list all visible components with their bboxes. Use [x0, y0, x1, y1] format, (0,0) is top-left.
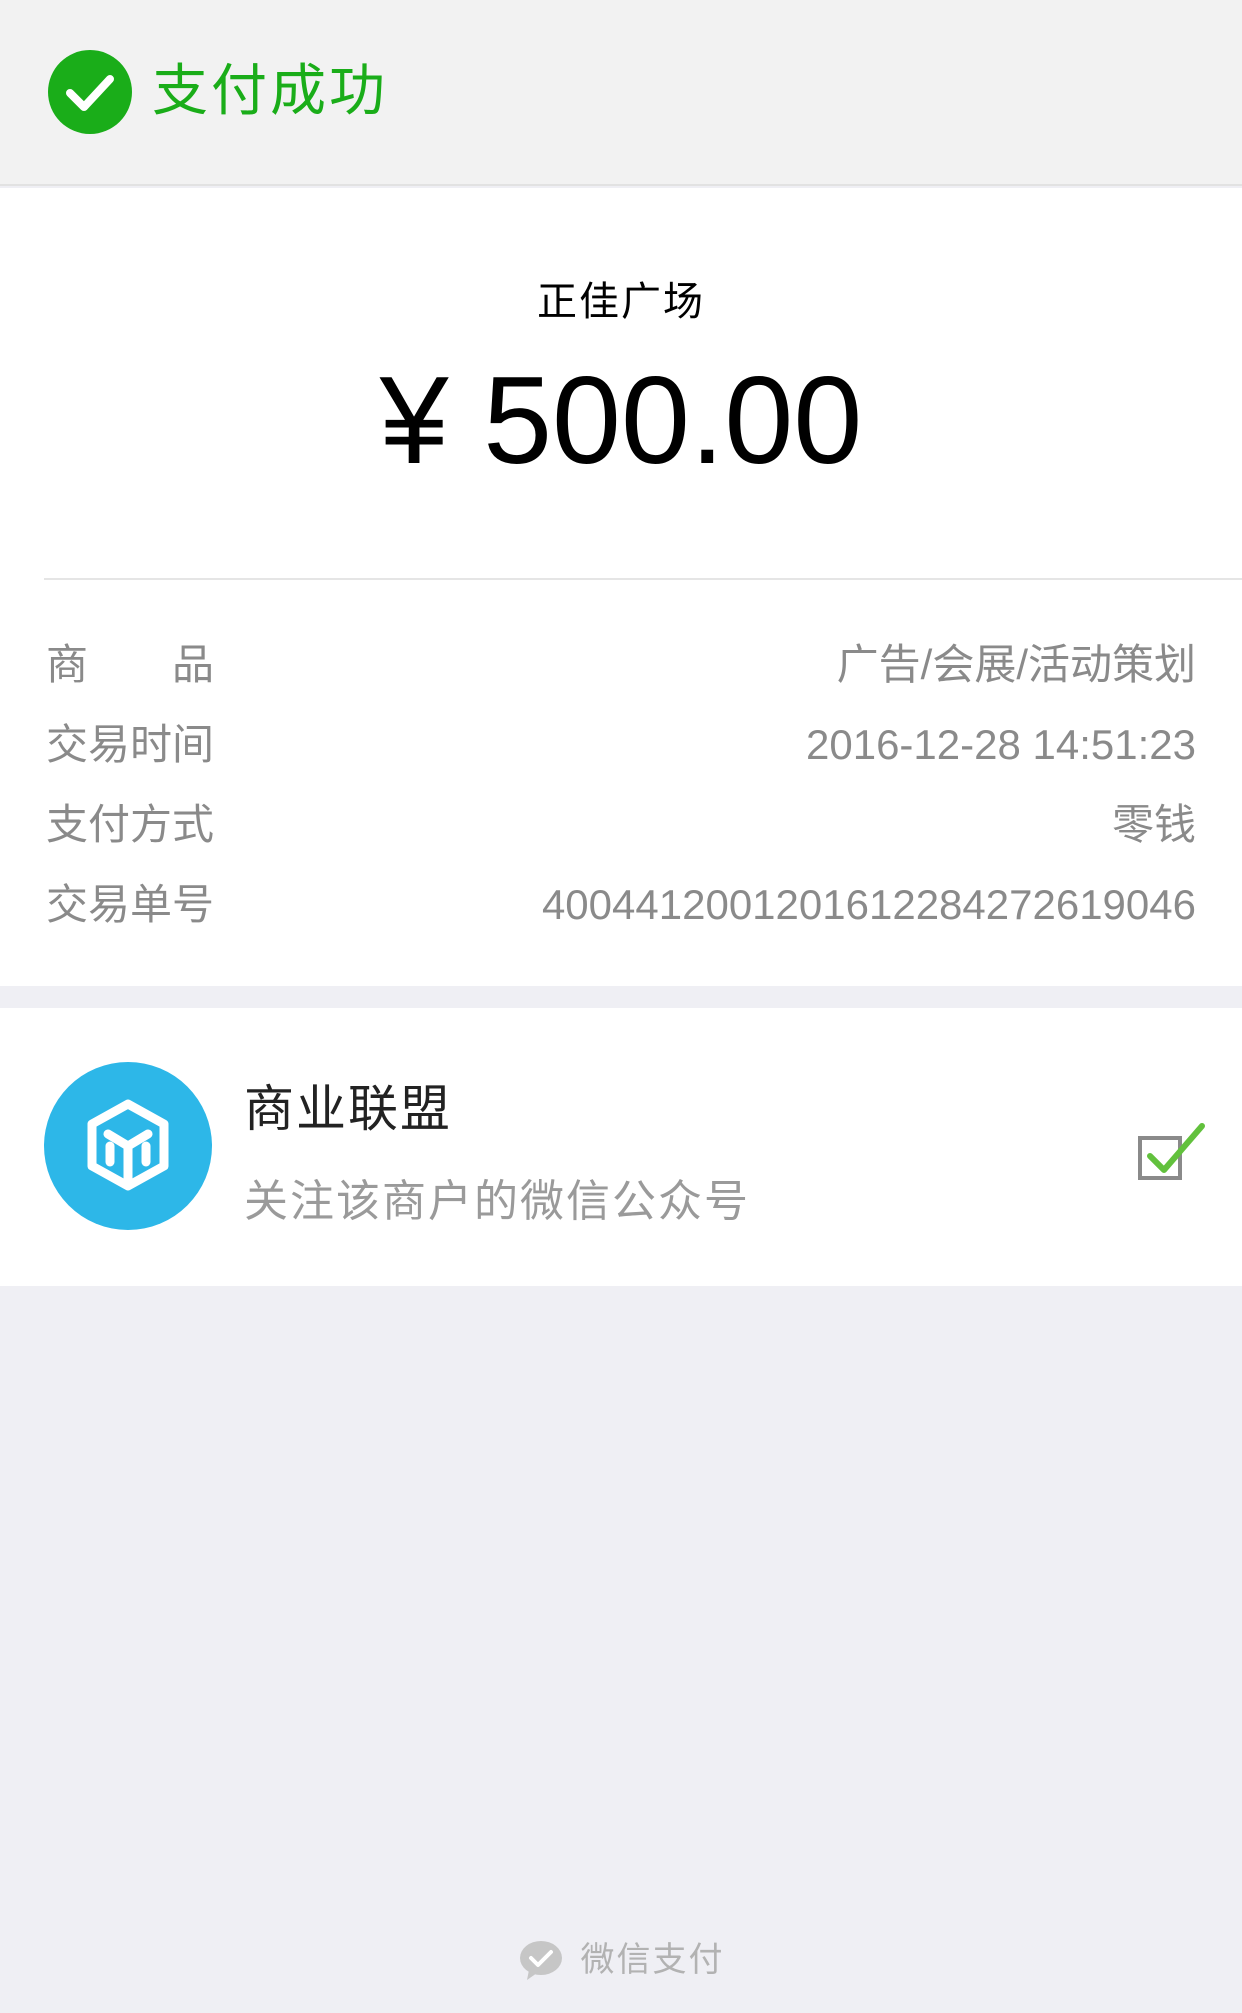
detail-row-time: 交易时间 2016-12-28 14:51:23	[46, 714, 1196, 776]
detail-value: 4004412001201612284272619046	[541, 881, 1196, 928]
follow-title: 商业联盟	[244, 1080, 452, 1138]
detail-label: 交易单号	[46, 880, 215, 929]
divider	[44, 578, 1242, 580]
follow-checkbox[interactable]	[1136, 1116, 1206, 1186]
detail-row-payment-method: 支付方式 零钱	[46, 794, 1196, 856]
check-circle-icon	[48, 50, 132, 134]
detail-label: 商 品	[46, 640, 215, 689]
follow-merchant-card[interactable]: 商业联盟 关注该商户的微信公众号	[0, 1008, 1242, 1286]
follow-subtitle: 关注该商户的微信公众号	[244, 1176, 750, 1227]
detail-value: 2016-12-28 14:51:23	[806, 721, 1196, 768]
detail-value: 广告/会展/活动策划	[836, 641, 1196, 688]
cube-logo-icon	[44, 1062, 212, 1230]
payment-amount: ¥ 500.00	[379, 352, 863, 490]
payment-status-bar: 支付成功	[0, 0, 1242, 186]
detail-row-product: 商 品 广告/会展/活动策划	[46, 634, 1196, 696]
detail-row-order-number: 交易单号 4004412001201612284272619046	[46, 874, 1196, 936]
footer-text: 微信支付	[580, 1940, 725, 1980]
wechat-icon	[517, 1936, 565, 1984]
payment-status-text: 支付成功	[152, 59, 388, 124]
detail-label: 支付方式	[46, 800, 215, 849]
detail-label: 交易时间	[46, 720, 215, 769]
footer: 微信支付	[0, 1936, 1242, 1996]
detail-value: 零钱	[1111, 801, 1196, 848]
merchant-name: 正佳广场	[537, 279, 705, 325]
receipt-card: 正佳广场 ¥ 500.00 商 品 广告/会展/活动策划 交易时间 2016-1…	[0, 188, 1242, 986]
